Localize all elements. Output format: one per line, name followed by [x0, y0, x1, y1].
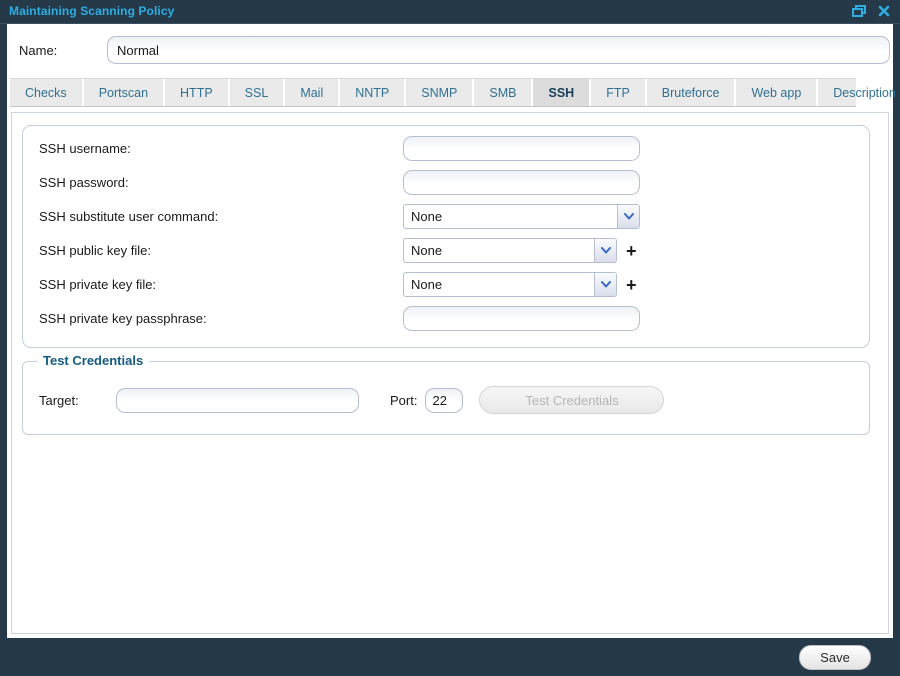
test-credentials-button[interactable]: Test Credentials — [479, 386, 664, 414]
test-credentials-group: Test Credentials Target: Port: Test Cred… — [22, 361, 870, 435]
dialog-title: Maintaining Scanning Policy — [9, 4, 174, 18]
tab-ssh[interactable]: SSH — [533, 79, 591, 106]
tab-ftp[interactable]: FTP — [591, 79, 647, 106]
ssh-password-input[interactable] — [403, 170, 640, 195]
selected-value: None — [404, 205, 617, 228]
restore-window-icon[interactable] — [852, 5, 866, 17]
form-row: SSH private key file: None + — [23, 272, 869, 297]
add-private-key-icon[interactable]: + — [626, 276, 637, 294]
tab-nntp[interactable]: NNTP — [340, 79, 406, 106]
tab-ssl[interactable]: SSL — [230, 79, 286, 106]
test-credentials-row: Target: Port: Test Credentials — [39, 386, 853, 414]
tab-content-panel: SSH username: SSH password: SSH substitu… — [11, 112, 889, 634]
ssh-private-key-passphrase-input[interactable] — [403, 306, 640, 331]
tab-mail[interactable]: Mail — [285, 79, 340, 106]
port-label: Port: — [390, 393, 417, 408]
selected-value: None — [404, 273, 594, 296]
ssh-private-key-passphrase-label: SSH private key passphrase: — [39, 311, 403, 326]
tab-http[interactable]: HTTP — [165, 79, 230, 106]
titlebar[interactable]: Maintaining Scanning Policy — [0, 0, 900, 24]
port-input[interactable] — [425, 388, 463, 413]
tab-smb[interactable]: SMB — [474, 79, 533, 106]
close-icon[interactable] — [877, 5, 891, 17]
ssh-private-key-file-label: SSH private key file: — [39, 277, 403, 292]
chevron-down-icon[interactable] — [594, 273, 616, 296]
dialog-body: Name: Checks Portscan HTTP SSL Mail NNTP… — [7, 24, 893, 638]
tabstrip: Checks Portscan HTTP SSL Mail NNTP SNMP … — [10, 78, 856, 107]
policy-name-input[interactable] — [107, 36, 890, 64]
test-credentials-legend: Test Credentials — [37, 353, 149, 368]
ssh-fields-group: SSH username: SSH password: SSH substitu… — [22, 125, 870, 348]
tab-web-app[interactable]: Web app — [736, 79, 818, 106]
ssh-public-key-file-select[interactable]: None — [403, 238, 617, 263]
ssh-username-label: SSH username: — [39, 141, 403, 156]
chevron-down-icon[interactable] — [594, 239, 616, 262]
ssh-substitute-user-command-select[interactable]: None — [403, 204, 640, 229]
tab-description[interactable]: Description — [818, 79, 900, 106]
ssh-private-key-file-select[interactable]: None — [403, 272, 617, 297]
target-label: Target: — [39, 393, 116, 408]
add-public-key-icon[interactable]: + — [626, 242, 637, 260]
name-row: Name: — [13, 36, 890, 64]
tab-snmp[interactable]: SNMP — [406, 79, 474, 106]
form-row: SSH password: — [23, 170, 869, 195]
tab-checks[interactable]: Checks — [10, 79, 84, 106]
form-row: SSH username: — [23, 136, 869, 161]
ssh-username-input[interactable] — [403, 136, 640, 161]
form-row: SSH private key passphrase: — [23, 306, 869, 331]
tab-portscan[interactable]: Portscan — [84, 79, 165, 106]
tab-bruteforce[interactable]: Bruteforce — [647, 79, 737, 106]
selected-value: None — [404, 239, 594, 262]
ssh-substitute-user-command-label: SSH substitute user command: — [39, 209, 403, 224]
form-row: SSH public key file: None + — [23, 238, 869, 263]
dialog-window: Maintaining Scanning Policy Name: Che — [0, 0, 900, 676]
form-row: SSH substitute user command: None — [23, 204, 869, 229]
chevron-down-icon[interactable] — [617, 205, 639, 228]
ssh-public-key-file-label: SSH public key file: — [39, 243, 403, 258]
ssh-password-label: SSH password: — [39, 175, 403, 190]
dialog-footer: Save — [0, 638, 900, 676]
save-button[interactable]: Save — [799, 645, 871, 670]
target-input[interactable] — [116, 388, 359, 413]
name-label: Name: — [13, 43, 107, 58]
